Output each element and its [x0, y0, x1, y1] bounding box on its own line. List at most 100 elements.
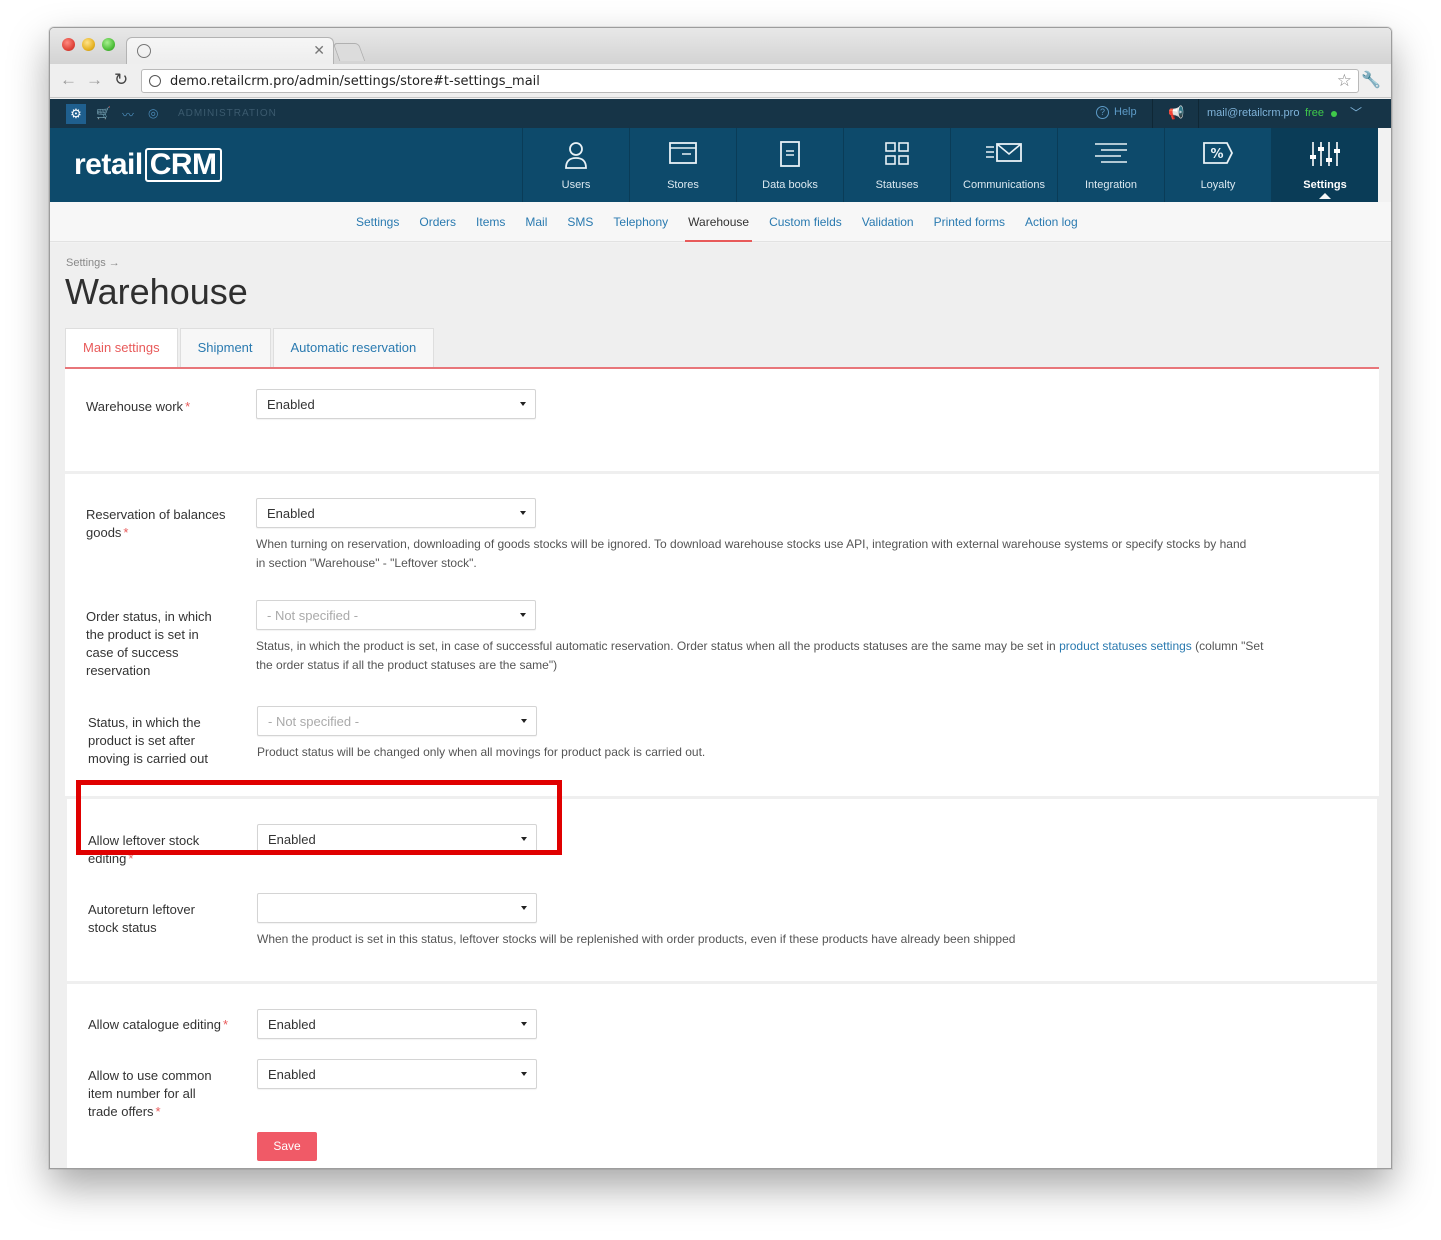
nav-users[interactable]: Users — [522, 128, 629, 202]
cart-icon[interactable]: 🛒 — [96, 106, 111, 120]
subnav-custom-fields[interactable]: Custom fields — [769, 215, 842, 229]
browser-tab[interactable]: ✕ — [126, 37, 334, 65]
settings-sliders-icon — [1272, 140, 1378, 172]
status-dot — [1331, 111, 1337, 117]
autoreturn-hint: When the product is set in this status, … — [257, 932, 1016, 946]
bookmark-star-icon[interactable]: ☆ — [1337, 71, 1352, 91]
nav-integration[interactable]: Integration — [1057, 128, 1164, 202]
address-url[interactable]: demo.retailcrm.pro/admin/settings/store#… — [170, 74, 540, 89]
breadcrumb[interactable]: Settings → — [66, 257, 120, 269]
dropdown-caret-icon — [520, 402, 526, 406]
catalogue-editing-label: Allow catalogue editing * — [88, 1017, 229, 1032]
administration-label: ADMINISTRATION — [178, 108, 277, 119]
dropdown-caret-icon — [521, 1072, 527, 1076]
order-status-select[interactable]: - Not specified - — [256, 600, 536, 630]
subnav-validation[interactable]: Validation — [862, 215, 914, 229]
subnav-settings[interactable]: Settings — [356, 215, 399, 229]
stores-icon — [630, 140, 736, 172]
close-tab-icon[interactable]: ✕ — [313, 42, 325, 59]
subnav-warehouse[interactable]: Warehouse — [685, 215, 752, 242]
dropdown-caret-icon — [520, 613, 526, 617]
subnav-items[interactable]: Items — [476, 215, 505, 229]
subnav-action-log[interactable]: Action log — [1025, 215, 1078, 229]
admin-strip: ⚙ 🛒 〰 ◎ ADMINISTRATION ? Help 📢 mail@reta… — [50, 99, 1391, 128]
page-info-icon[interactable] — [149, 75, 161, 87]
help-icon: ? — [1096, 106, 1109, 119]
save-button[interactable]: Save — [257, 1132, 317, 1161]
page-title: Warehouse — [65, 271, 248, 312]
tab-automatic-reservation[interactable]: Automatic reservation — [272, 328, 435, 367]
megaphone-icon[interactable]: 📢 — [1168, 105, 1184, 121]
wrench-icon[interactable]: 🔧 — [1361, 70, 1381, 90]
nav-data-books[interactable]: Data books — [736, 128, 843, 202]
panel-warehouse-work: Warehouse work * Enabled — [65, 369, 1379, 471]
svg-text:%: % — [1210, 147, 1223, 162]
dropdown-caret-icon — [521, 719, 527, 723]
tab-shipment[interactable]: Shipment — [179, 328, 271, 367]
nav-loyalty[interactable]: % Loyalty — [1164, 128, 1271, 202]
statuses-icon — [844, 140, 950, 172]
subnav-mail[interactable]: Mail — [525, 215, 547, 229]
forward-arrow-icon[interactable]: → — [86, 70, 103, 90]
help-link[interactable]: ? Help — [1096, 106, 1137, 119]
nav-statuses[interactable]: Statuses — [843, 128, 950, 202]
main-header: retail CRM Users Stores Data books Statu… — [50, 128, 1378, 202]
panel-reservation: Reservation of balances goods * Enabled W… — [65, 474, 1379, 796]
reload-icon[interactable]: ↻ — [114, 70, 128, 90]
user-icon — [523, 140, 629, 172]
order-status-label: Order status, in which the product is se… — [86, 609, 212, 678]
browser-toolbar: ← → ↻ demo.retailcrm.pro/admin/settings/… — [50, 64, 1391, 98]
address-bar[interactable]: demo.retailcrm.pro/admin/settings/store#… — [141, 69, 1359, 93]
subnav-sms[interactable]: SMS — [567, 215, 593, 229]
retailcrm-logo[interactable]: retail CRM — [74, 148, 222, 182]
browser-window: ✕ ← → ↻ demo.retailcrm.pro/admin/setting… — [49, 27, 1392, 1169]
zoom-window-button[interactable] — [102, 38, 115, 51]
close-window-button[interactable] — [62, 38, 75, 51]
data-books-icon — [737, 140, 843, 172]
browser-titlebar: ✕ — [50, 28, 1391, 65]
warehouse-work-select[interactable]: Enabled — [256, 389, 536, 419]
sub-nav: Settings Orders Items Mail SMS Telephony… — [50, 202, 1391, 242]
autoreturn-label: Autoreturn leftover stock status — [88, 902, 195, 935]
nav-settings[interactable]: Settings — [1271, 128, 1378, 202]
subnav-printed-forms[interactable]: Printed forms — [934, 215, 1005, 229]
globe-icon — [137, 44, 151, 58]
gear-icon[interactable]: ⚙ — [66, 104, 86, 124]
new-tab-button[interactable] — [332, 43, 366, 61]
back-arrow-icon[interactable]: ← — [60, 70, 77, 90]
reservation-select[interactable]: Enabled — [256, 498, 536, 528]
annotation-highlight-box — [76, 780, 562, 855]
nav-stores[interactable]: Stores — [629, 128, 736, 202]
settings-tabs: Main settings Shipment Automatic reserva… — [65, 328, 436, 367]
product-statuses-settings-link[interactable]: product statuses settings — [1059, 639, 1192, 653]
minimize-window-button[interactable] — [82, 38, 95, 51]
autoreturn-select[interactable] — [257, 893, 537, 923]
dropdown-caret-icon — [521, 1022, 527, 1026]
content-area: Settings → Warehouse Main settings Shipm… — [50, 243, 1391, 1168]
target-icon[interactable]: ◎ — [148, 106, 158, 120]
save-bar: Save — [67, 1123, 1377, 1168]
loyalty-icon: % — [1165, 140, 1271, 172]
moving-status-label: Status, in which the product is set afte… — [88, 715, 208, 766]
main-nav: Users Stores Data books Statuses Communi… — [522, 128, 1378, 202]
chevron-down-icon[interactable]: ﹀ — [1350, 104, 1362, 121]
user-email[interactable]: mail@retailcrm.pro — [1207, 107, 1299, 119]
warehouse-work-label: Warehouse work * — [86, 399, 191, 414]
common-item-number-select[interactable]: Enabled — [257, 1059, 537, 1089]
analytics-icon[interactable]: 〰 — [122, 106, 134, 123]
subnav-telephony[interactable]: Telephony — [613, 215, 668, 229]
divider — [1152, 99, 1153, 128]
tab-main-settings[interactable]: Main settings — [65, 328, 178, 367]
subnav-orders[interactable]: Orders — [419, 215, 456, 229]
active-indicator — [1319, 193, 1331, 199]
communications-icon — [951, 140, 1057, 172]
integration-icon — [1058, 140, 1164, 172]
catalogue-editing-select[interactable]: Enabled — [257, 1009, 537, 1039]
dropdown-caret-icon — [520, 511, 526, 515]
nav-communications[interactable]: Communications — [950, 128, 1057, 202]
divider — [1198, 99, 1199, 128]
moving-status-hint: Product status will be changed only when… — [257, 745, 706, 759]
common-item-number-label: Allow to use common item number for all … — [88, 1068, 212, 1119]
moving-status-select[interactable]: - Not specified - — [257, 706, 537, 736]
plan-label: free — [1305, 107, 1324, 119]
